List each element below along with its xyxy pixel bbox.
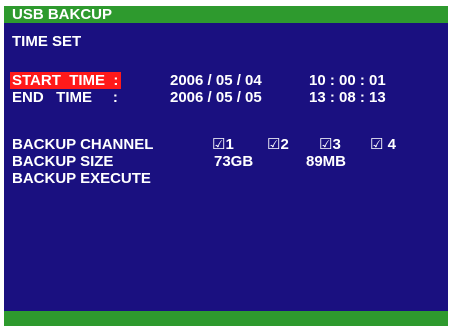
- start-time[interactable]: 10 : 00 : 01: [309, 72, 386, 89]
- checkbox-checked-icon: ☑: [319, 136, 333, 153]
- end-time[interactable]: 13 : 08 : 13: [309, 89, 386, 106]
- menu-title: USB BAKCUP: [12, 6, 113, 23]
- osd-screen: USB BAKCUP TIME SET START TIME : 2006 / …: [4, 6, 448, 326]
- channel-2-label: 2: [280, 136, 289, 153]
- backup-size-label: BACKUP SIZE: [12, 153, 114, 170]
- backup-execute-button[interactable]: BACKUP EXECUTE: [12, 170, 151, 187]
- channel-3-checkbox[interactable]: ☑3: [319, 136, 341, 153]
- title-bar: USB BAKCUP: [4, 6, 448, 23]
- footer-bar: [4, 311, 448, 326]
- backup-channel-label[interactable]: BACKUP CHANNEL: [12, 136, 153, 153]
- section-title: TIME SET: [12, 33, 82, 50]
- channel-4-checkbox[interactable]: ☑ 4: [370, 136, 396, 153]
- backup-size-mb: 89MB: [306, 153, 347, 170]
- channel-2-checkbox[interactable]: ☑2: [267, 136, 289, 153]
- checkbox-checked-icon: ☑: [267, 136, 281, 153]
- checkbox-checked-icon: ☑: [212, 136, 226, 153]
- channel-1-checkbox[interactable]: ☑1: [212, 136, 234, 153]
- channel-3-label: 3: [332, 136, 341, 153]
- channel-1-label: 1: [225, 136, 234, 153]
- channel-4-label: 4: [383, 136, 396, 153]
- checkbox-checked-icon: ☑: [370, 136, 384, 153]
- backup-size-gb: 73GB: [214, 153, 254, 170]
- end-date[interactable]: 2006 / 05 / 05: [170, 89, 262, 106]
- start-time-label[interactable]: START TIME :: [10, 72, 122, 89]
- end-time-label[interactable]: END TIME :: [12, 89, 118, 106]
- start-date[interactable]: 2006 / 05 / 04: [170, 72, 262, 89]
